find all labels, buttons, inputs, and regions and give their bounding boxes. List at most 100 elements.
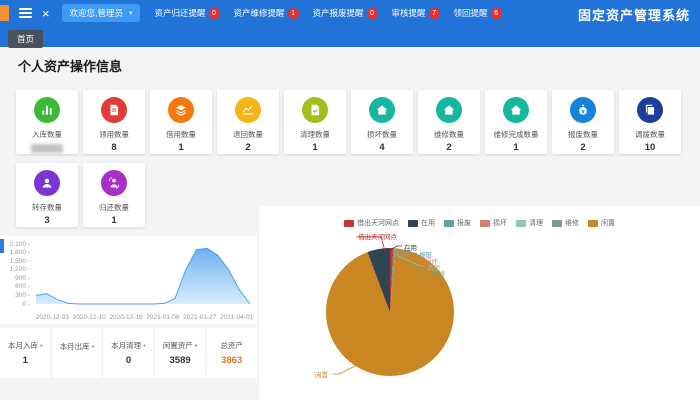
- legend-label: 报废: [457, 218, 471, 228]
- stat-card[interactable]: 维修数量 2: [418, 90, 480, 154]
- summary-stat-label: 闲置资产•: [163, 340, 198, 351]
- stat-card-label: 归还数量: [99, 202, 129, 213]
- tab-home[interactable]: 首页: [8, 30, 43, 48]
- nav-reminder-item[interactable]: 资产报废提醒0: [313, 7, 378, 19]
- trend-area-chart-panel: 2,100 -1,800 -1,500 -1,200 -900 -600 -30…: [0, 236, 257, 324]
- stat-card[interactable]: 报废数量 2: [552, 90, 614, 154]
- nav-reminder-item[interactable]: 审核提醒7: [392, 7, 440, 19]
- stat-card-value: 2: [580, 142, 585, 153]
- notification-badge: 0: [209, 8, 220, 19]
- legend-item[interactable]: 损坏: [480, 218, 507, 228]
- stat-card-value: 8: [111, 142, 116, 153]
- legend-label: 在用: [421, 218, 435, 228]
- legend-color-chip: [516, 220, 526, 227]
- pie-callout-label: 借出天河网点: [358, 231, 397, 241]
- legend-item[interactable]: 闲置: [588, 218, 615, 228]
- stat-card[interactable]: 退回数量2: [217, 90, 279, 154]
- user-icon: [34, 170, 60, 196]
- asset-status-pie-panel: 借出天河网点在用报废损坏清理维修闲置 借出天河网点在用报废损坏清理维修闲置: [259, 206, 700, 400]
- stat-card-value: 3: [44, 215, 49, 226]
- y-tick-label: 600 -: [0, 283, 30, 290]
- summary-stat: 闲置资产• 3589: [155, 328, 207, 378]
- stat-card-label: 损坏数量: [367, 129, 397, 140]
- left-edge-handle[interactable]: [0, 239, 4, 253]
- stat-card[interactable]: 借用数量1: [150, 90, 212, 154]
- redacted-value: [31, 144, 63, 153]
- chevron-down-icon: ▾: [129, 9, 133, 17]
- stat-card[interactable]: 转存数量3: [16, 163, 78, 227]
- home-icon: [436, 97, 462, 123]
- legend-color-chip: [344, 220, 354, 227]
- stat-card[interactable]: 调拨数量10: [619, 90, 681, 154]
- legend-color-chip: [552, 220, 562, 227]
- nav-reminder-item[interactable]: 资产归还提醒 0: [154, 7, 219, 19]
- x-tick-label: 2020-12-03: [36, 314, 69, 321]
- summary-stat-label: 本月出库•: [60, 341, 95, 352]
- stat-card-label: 维修数量: [434, 129, 464, 140]
- legend-item[interactable]: 借出天河网点: [344, 218, 399, 228]
- stat-card-value: 1: [312, 142, 317, 153]
- layers-icon: [168, 97, 194, 123]
- area-chart: [0, 236, 257, 324]
- summary-stat-label: 本月入库•: [8, 340, 43, 351]
- summary-stat: 总资产 3863: [206, 328, 257, 378]
- logo-fragment: [0, 5, 9, 21]
- stat-card-label: 借用数量: [166, 129, 196, 140]
- notification-badge: 1: [288, 8, 299, 19]
- pie-callout-label: 维修: [432, 268, 445, 278]
- y-tick-label: 900 -: [0, 275, 30, 282]
- user-welcome-dropdown[interactable]: 欢迎您,管理员 ▾: [62, 4, 141, 22]
- bar-chart-icon: [34, 97, 60, 123]
- summary-stat-label: 总资产: [220, 340, 243, 351]
- y-tick-label: 300 -: [0, 292, 30, 299]
- summary-stat-label: 本月清理•: [111, 340, 146, 351]
- x-tick-label: 2020-12-16: [109, 314, 142, 321]
- document-icon: [101, 97, 127, 123]
- legend-color-chip: [588, 220, 598, 227]
- system-title: 固定资产管理系统: [578, 5, 690, 24]
- legend-label: 维修: [565, 218, 579, 228]
- close-icon[interactable]: ×: [42, 7, 50, 20]
- stat-card[interactable]: 入库数量: [16, 90, 78, 154]
- legend-item[interactable]: 在用: [408, 218, 435, 228]
- file-check-icon: [302, 97, 328, 123]
- stat-card-label: 报废数量: [568, 129, 598, 140]
- tab-strip: 首页: [0, 26, 700, 47]
- notification-badge: 6: [491, 8, 502, 19]
- nav-reminder-item[interactable]: 领回提醒6: [454, 7, 502, 19]
- bullet-dot-icon: •: [40, 341, 43, 350]
- stat-card[interactable]: 清理数量 1: [284, 90, 346, 154]
- summary-stat-value: 3589: [170, 355, 191, 366]
- pie-callout-label: 在用: [404, 242, 417, 252]
- x-axis-ticks: 2020-12-032020-12-102020-12-162021-01-08…: [34, 314, 255, 321]
- hamburger-menu-icon[interactable]: [19, 6, 32, 20]
- stat-card-value: 2: [446, 142, 451, 153]
- stat-card[interactable]: 领用数量 8: [83, 90, 145, 154]
- summary-stat-value: 0: [126, 355, 131, 366]
- legend-item[interactable]: 报废: [444, 218, 471, 228]
- stat-card-value: 1: [111, 215, 116, 226]
- nav-reminder-item[interactable]: 资产维修提醒1: [234, 7, 299, 19]
- stat-card-label: 调拨数量: [635, 129, 665, 140]
- line-chart-icon: [235, 97, 261, 123]
- nav-reminder-label: 资产维修提醒: [234, 7, 285, 19]
- nav-reminder-label: 资产归还提醒: [154, 7, 205, 19]
- stat-card[interactable]: 维修完成数量1: [485, 90, 547, 154]
- stat-cards-row-1: 入库数量领用数量 8 借用数量1退回数量2 清理数量 1 损坏数量4 维修数量 2 维修完成数量…: [16, 90, 681, 154]
- stat-card-value: 2: [245, 142, 250, 153]
- legend-item[interactable]: 清理: [516, 218, 543, 228]
- stat-card[interactable]: 损坏数量4: [351, 90, 413, 154]
- home-icon: [369, 97, 395, 123]
- y-tick-label: 0 -: [0, 301, 30, 308]
- stat-card-label: 清理数量: [300, 129, 330, 140]
- legend-label: 清理: [529, 218, 543, 228]
- stat-card[interactable]: 归还数量 1: [83, 163, 145, 227]
- stat-card-label: 领用数量: [99, 129, 129, 140]
- legend-item[interactable]: 维修: [552, 218, 579, 228]
- legend-label: 借出天河网点: [357, 218, 399, 228]
- bullet-dot-icon: •: [143, 341, 146, 350]
- bullet-dot-icon: •: [195, 341, 198, 350]
- y-tick-label: 2,100 -: [0, 241, 30, 248]
- nav-reminder-label: 资产报废提醒: [313, 7, 364, 19]
- summary-stat-value: 3863: [221, 355, 242, 366]
